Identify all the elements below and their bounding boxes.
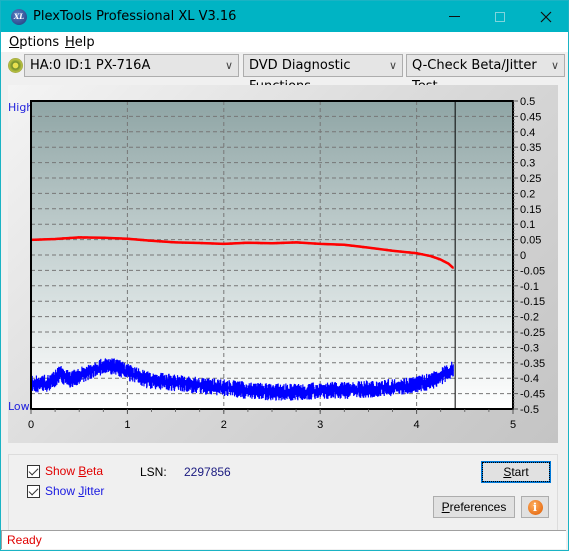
y-tick-label: -0.3 [520,342,539,354]
y-tick-label: 0.35 [520,142,541,154]
control-panel: Show Beta Show Jitter LSN: 2297856 Start… [8,454,558,531]
start-button[interactable]: Start [481,461,551,483]
preferences-button[interactable]: Preferences [433,496,515,518]
x-tick-label: 5 [510,419,516,431]
y-tick-label: -0.35 [520,358,545,370]
x-tick-label: 0 [28,419,34,431]
y-tick-label: 0.25 [520,173,541,185]
y-tick-label: 0.45 [520,111,541,123]
x-tick-label: 2 [221,419,227,431]
y-tick-label: -0.45 [520,389,545,401]
show-beta-checkbox[interactable]: Show Beta [27,464,103,478]
checkbox-checked-icon [27,464,40,478]
y-tick-label: 0.4 [520,127,535,139]
y-tick-label: -0.4 [520,373,539,385]
y-tick-label: 0.5 [520,96,535,108]
y-tick-label: -0.15 [520,296,545,308]
info-button[interactable]: i [521,496,549,518]
show-jitter-label: Show Jitter [45,484,105,498]
y-tick-label: 0.3 [520,158,535,170]
lsn-value: 2297856 [184,465,231,479]
info-icon: i [527,500,543,515]
status-bar: Ready [1,530,566,549]
y-tick-label: -0.2 [520,312,539,324]
y-tick-label: -0.05 [520,265,545,277]
checkbox-checked-icon [27,484,40,498]
x-tick-label: 1 [124,419,130,431]
start-button-label: Start [482,462,550,482]
y-tick-label: 0.05 [520,235,541,247]
y-tick-label: -0.25 [520,327,545,339]
y-tick-label: 0.1 [520,219,535,231]
x-tick-label: 3 [317,419,323,431]
x-tick-label: 4 [414,419,420,431]
show-beta-label: Show Beta [45,464,104,478]
y-tick-label: 0 [520,250,526,262]
y-tick-label: -0.5 [520,404,539,416]
preferences-button-label: Preferences [441,500,507,514]
y-tick-label: 0.15 [520,204,541,216]
status-text: Ready [7,533,42,547]
y-tick-label: 0.2 [520,188,535,200]
y-tick-label: -0.1 [520,281,539,293]
lsn-label: LSN: [140,465,167,479]
show-jitter-checkbox[interactable]: Show Jitter [27,484,104,498]
